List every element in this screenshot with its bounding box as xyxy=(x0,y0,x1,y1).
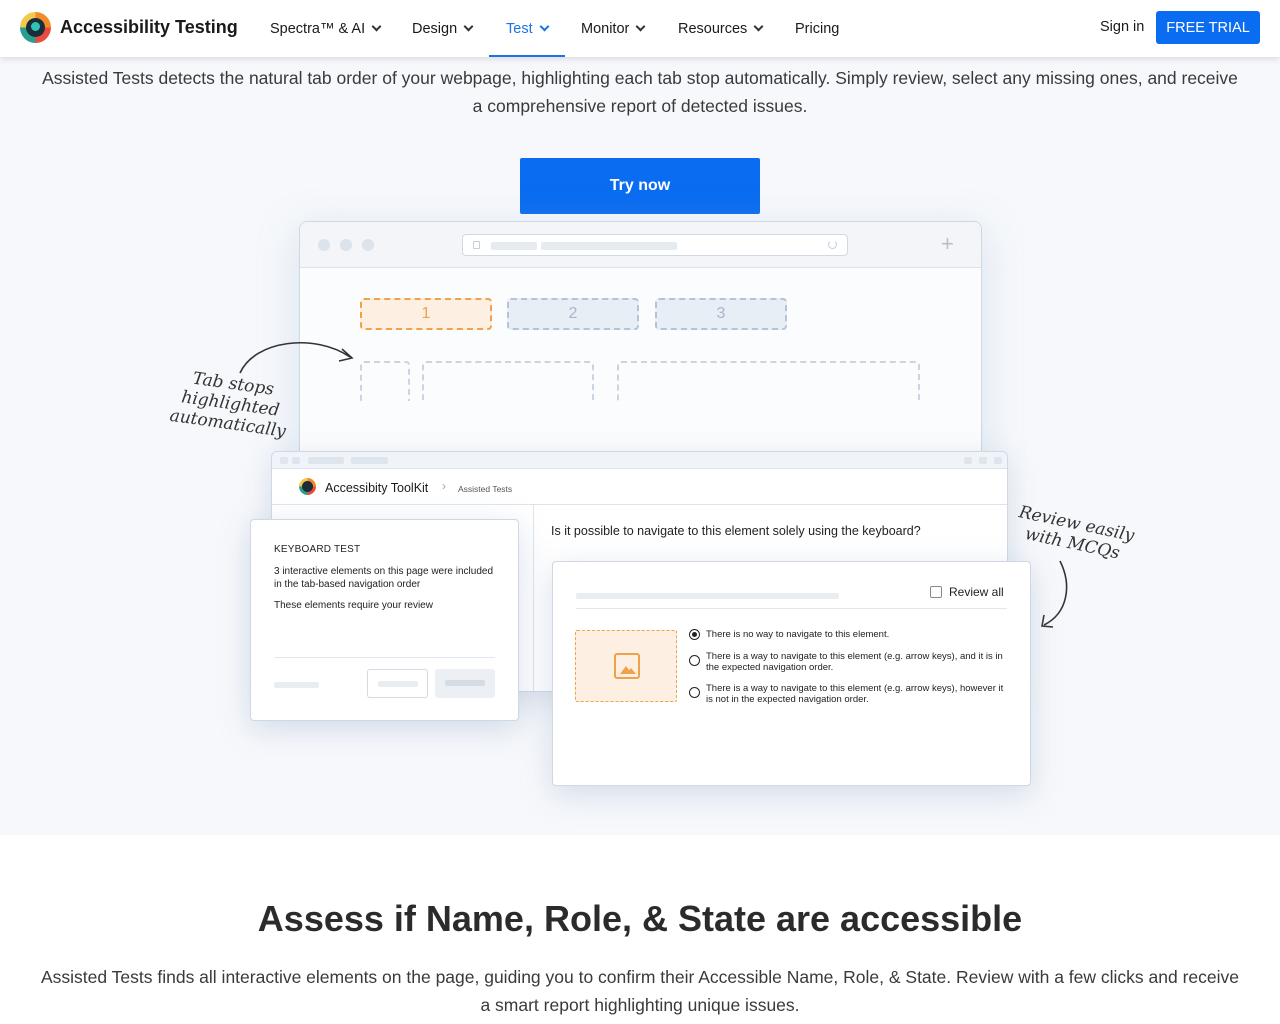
window-dot-icon xyxy=(340,239,352,251)
chevron-down-icon xyxy=(539,21,550,32)
curved-arrow-icon xyxy=(239,341,354,374)
review-all-checkbox xyxy=(930,586,942,598)
breadcrumb-chevron-icon: › xyxy=(442,479,446,493)
mcq-card: Review all There is no way to navigate t… xyxy=(552,561,1031,786)
chevron-down-icon xyxy=(635,21,646,32)
nav-pricing[interactable]: Pricing xyxy=(795,21,839,37)
chevron-down-icon xyxy=(463,21,474,32)
section-heading: Assess if Name, Role, & State are access… xyxy=(257,898,1023,939)
curved-arrow-icon xyxy=(1041,560,1068,628)
chevron-down-icon xyxy=(371,21,382,32)
nav-spectra-ai[interactable]: Spectra™ & AI xyxy=(270,21,382,37)
browser-toolbar: + xyxy=(300,222,981,268)
nav-resources[interactable]: Resources xyxy=(678,21,764,37)
refresh-icon xyxy=(828,240,837,249)
review-all-label: Review all xyxy=(949,585,1004,599)
nav-pricing-label: Pricing xyxy=(795,21,840,37)
address-bar xyxy=(462,234,848,256)
window-dot-icon xyxy=(318,239,330,251)
keyboard-test-card: KEYBOARD TEST 3 interactive elements on … xyxy=(250,519,519,721)
tab-stop-3: 3 xyxy=(655,298,787,330)
image-icon xyxy=(614,653,640,679)
nav-active-underline xyxy=(489,55,565,57)
keyboard-test-title: KEYBOARD TEST xyxy=(274,544,361,555)
section-description: Assisted Tests finds all interactive ele… xyxy=(40,967,1240,1015)
window-dot-icon xyxy=(362,239,374,251)
hero-description: Assisted Tests detects the natural tab o… xyxy=(42,68,1238,116)
option-3-text: There is a way to navigate to this eleme… xyxy=(706,683,1004,705)
highlighted-element-box xyxy=(575,630,677,702)
brand-name[interactable]: Accessibility Testing xyxy=(60,17,238,38)
lock-icon xyxy=(473,241,480,249)
nav-design-label: Design xyxy=(412,21,458,37)
placeholder-element xyxy=(422,361,594,401)
nav-monitor[interactable]: Monitor xyxy=(581,21,646,37)
free-trial-button[interactable]: FREE TRIAL xyxy=(1156,11,1260,44)
option-2-text: There is a way to navigate to this eleme… xyxy=(706,651,1003,673)
nav-monitor-label: Monitor xyxy=(581,21,630,37)
radio-option-3 xyxy=(689,687,700,698)
new-tab-plus-icon: + xyxy=(941,231,954,256)
keyboard-test-subtext: These elements require your review xyxy=(274,600,433,611)
nav-design[interactable]: Design xyxy=(412,21,474,37)
brand-logo-icon[interactable] xyxy=(20,12,51,43)
placeholder-button xyxy=(435,669,495,698)
placeholder-button xyxy=(367,669,428,698)
toolkit-logo-icon xyxy=(299,478,316,495)
option-1-text: There is no way to navigate to this elem… xyxy=(706,629,890,640)
try-now-button[interactable]: Try now xyxy=(520,158,760,214)
nav-spectra-ai-label: Spectra™ & AI xyxy=(270,21,366,37)
radio-option-2 xyxy=(689,655,700,666)
radio-option-1 xyxy=(689,629,700,640)
toolkit-name: Accessibity ToolKit xyxy=(325,481,429,495)
placeholder-element xyxy=(617,361,920,401)
nav-test[interactable]: Test xyxy=(506,21,550,37)
placeholder-element xyxy=(360,361,410,401)
keyboard-test-text: 3 interactive elements on this page were… xyxy=(274,566,494,590)
site-header: Accessibility Testing Spectra™ & AI Desi… xyxy=(0,0,1280,57)
tab-stop-1: 1 xyxy=(360,298,492,330)
tab-stop-2: 2 xyxy=(507,298,639,330)
nav-test-label: Test xyxy=(506,21,533,37)
nav-resources-label: Resources xyxy=(678,21,748,37)
toolkit-question: Is it possible to navigate to this eleme… xyxy=(551,524,921,538)
chevron-down-icon xyxy=(753,21,764,32)
toolkit-titlebar xyxy=(272,452,1007,469)
sign-in-link[interactable]: Sign in xyxy=(1100,19,1144,35)
toolkit-header: Accessibity ToolKit › Assisted Tests xyxy=(272,469,1007,505)
toolkit-breadcrumb: Assisted Tests xyxy=(458,484,513,494)
